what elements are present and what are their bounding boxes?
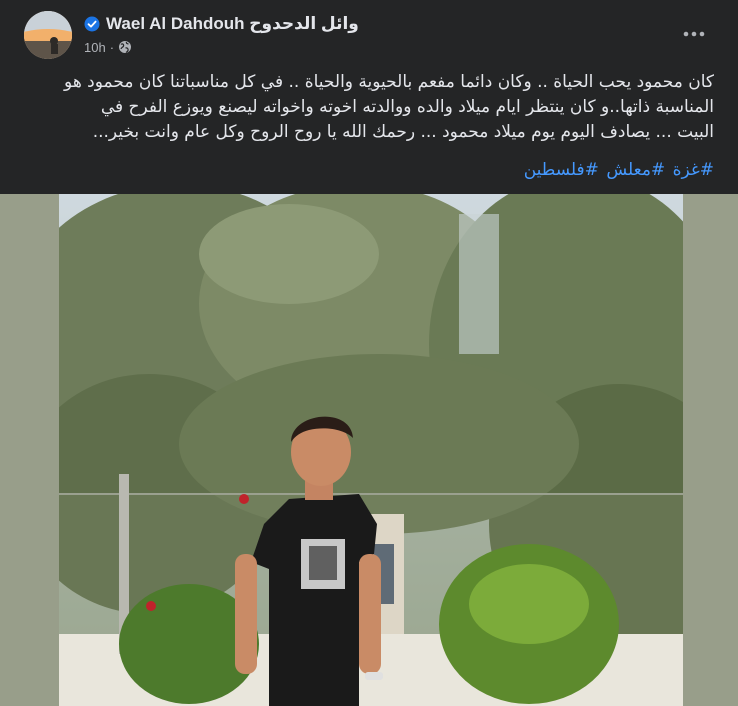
post-meta: 10h ·: [84, 38, 132, 56]
more-options-button[interactable]: [674, 18, 714, 50]
hashtag-link[interactable]: #معلش: [606, 160, 665, 180]
hashtag-list: #غزة #معلش #فلسطين: [24, 158, 714, 182]
globe-icon[interactable]: [118, 40, 132, 54]
post-caption: كان محمود يحب الحياة .. وكان دائما مفعم …: [24, 70, 714, 145]
caption-line: المناسبة ذاتها..و كان ينتظر ايام ميلاد و…: [100, 97, 714, 117]
author-name[interactable]: Wael Al Dahdouh وائل الدحدوح: [106, 14, 359, 34]
caption-line: البيت ... يصادف اليوم يوم ميلاد محمود ..…: [92, 122, 714, 142]
caption-line: كان محمود يحب الحياة .. وكان دائما مفعم …: [64, 72, 714, 92]
post-timestamp[interactable]: 10h: [84, 40, 106, 55]
meta-separator: ·: [109, 39, 115, 55]
facebook-post: Wael Al Dahdouh وائل الدحدوح 10h · كان م…: [0, 0, 738, 706]
author-avatar[interactable]: [24, 11, 72, 59]
post-header: Wael Al Dahdouh وائل الدحدوح 10h ·: [0, 0, 738, 64]
post-media-container: [0, 194, 738, 706]
verified-badge-icon: [84, 16, 100, 32]
post-photo[interactable]: [59, 194, 683, 706]
author-row: Wael Al Dahdouh وائل الدحدوح: [84, 12, 359, 36]
hashtag-link[interactable]: #غزة: [673, 160, 714, 180]
hashtag-link[interactable]: #فلسطين: [524, 160, 599, 180]
more-horizontal-icon: [682, 25, 706, 43]
